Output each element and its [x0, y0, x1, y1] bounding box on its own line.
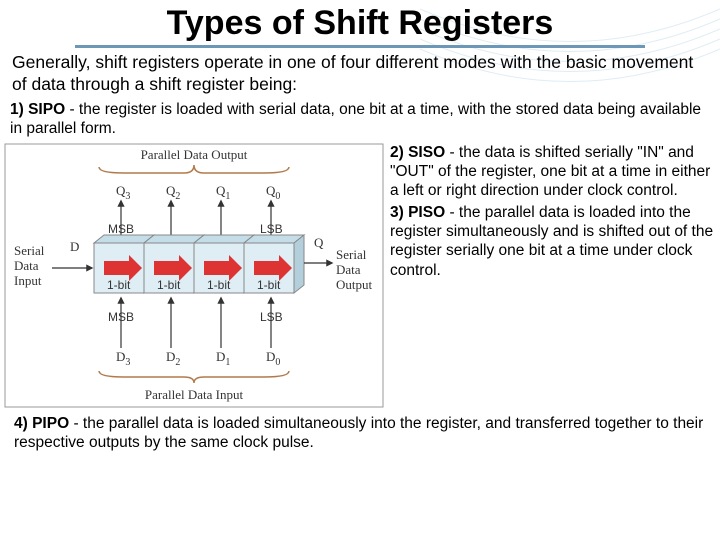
intro-paragraph: Generally, shift registers operate in on…	[12, 52, 708, 96]
svg-text:1-bit: 1-bit	[107, 278, 131, 292]
svg-text:Q3: Q3	[116, 183, 130, 202]
svg-text:1-bit: 1-bit	[157, 278, 181, 292]
svg-text:D1: D1	[216, 349, 230, 368]
svg-text:Serial: Serial	[14, 243, 45, 258]
svg-text:LSB: LSB	[260, 222, 283, 236]
svg-text:Q2: Q2	[166, 183, 180, 202]
svg-text:Output: Output	[336, 277, 373, 292]
bottom-label: Parallel Data Input	[145, 387, 244, 402]
page-title: Types of Shift Registers	[75, 4, 645, 48]
svg-text:D: D	[70, 239, 79, 254]
svg-text:Data: Data	[336, 262, 361, 277]
svg-text:MSB: MSB	[108, 222, 134, 236]
siso-head: 2) SISO	[390, 144, 445, 161]
svg-text:D2: D2	[166, 349, 180, 368]
top-label: Parallel Data Output	[141, 147, 248, 162]
item-pipo: 4) PIPO - the parallel data is loaded si…	[14, 414, 706, 453]
shift-register-diagram: Parallel Data Output Q3 Q2 Q1 Q0 MSB LSB	[4, 143, 384, 408]
svg-text:D3: D3	[116, 349, 130, 368]
pipo-head: 4) PIPO	[14, 415, 69, 432]
svg-text:Serial: Serial	[336, 247, 367, 262]
sipo-body: - the register is loaded with serial dat…	[10, 101, 701, 137]
sipo-head: 1) SIPO	[10, 101, 65, 118]
side-text-block: 2) SISO - the data is shifted serially "…	[390, 143, 716, 408]
pipo-body: - the parallel data is loaded simultaneo…	[14, 415, 703, 451]
piso-head: 3) PISO	[390, 204, 445, 221]
svg-text:1-bit: 1-bit	[207, 278, 231, 292]
svg-text:Q1: Q1	[216, 183, 230, 202]
svg-text:Q: Q	[314, 235, 324, 250]
svg-text:Q0: Q0	[266, 183, 280, 202]
svg-text:Data: Data	[14, 258, 39, 273]
svg-text:1-bit: 1-bit	[257, 278, 281, 292]
item-sipo: 1) SIPO - the register is loaded with se…	[10, 100, 710, 139]
svg-text:D0: D0	[266, 349, 280, 368]
svg-text:Input: Input	[14, 273, 42, 288]
